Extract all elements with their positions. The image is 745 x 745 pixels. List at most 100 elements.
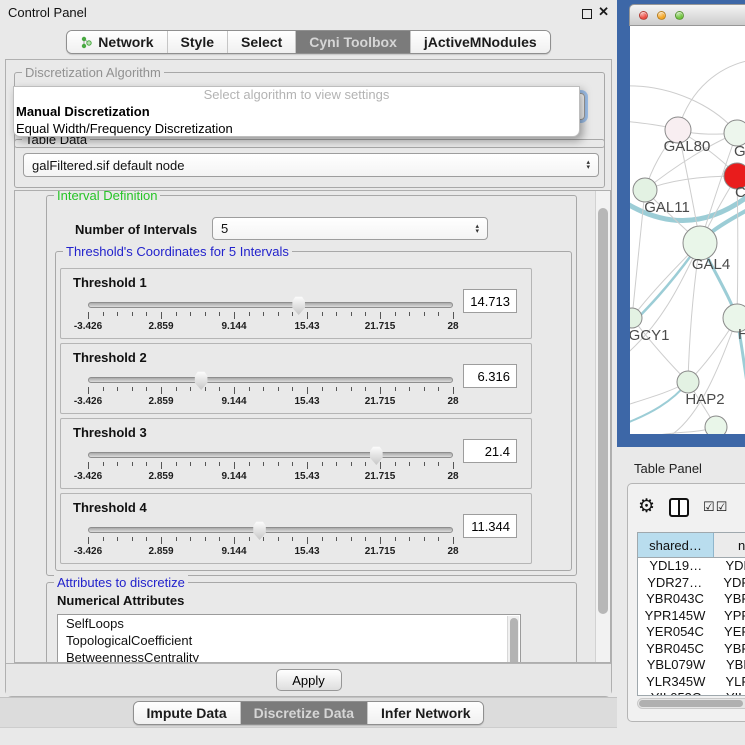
threshold-1-slider[interactable]: -3.4262.8599.14415.4321.71528 bbox=[88, 297, 453, 335]
top-tab-bar: Network Style Select Cyni Toolbox jActiv… bbox=[0, 30, 617, 54]
apply-button[interactable]: Apply bbox=[276, 669, 342, 691]
number-of-intervals-value: 5 bbox=[221, 221, 228, 236]
tick-label: 9.144 bbox=[221, 471, 246, 482]
network-icon bbox=[80, 36, 93, 49]
float-window-icon[interactable] bbox=[582, 9, 592, 19]
slider-ticks bbox=[88, 312, 453, 320]
table-row[interactable]: YDR27…YDR2 bbox=[638, 575, 745, 592]
tick-label: 2.859 bbox=[148, 396, 173, 407]
column-header-shared[interactable]: shared… bbox=[638, 533, 714, 557]
table-row[interactable]: YIL053CYIL0 bbox=[638, 690, 745, 696]
list-scrollbar[interactable] bbox=[507, 616, 519, 663]
table-cell: YPR145W bbox=[638, 608, 712, 625]
spinner-arrows-icon: ▴▾ bbox=[475, 224, 479, 234]
threshold-label: Threshold 2 bbox=[73, 350, 147, 365]
tab-select[interactable]: Select bbox=[227, 31, 295, 53]
table-cell: YLR345W bbox=[638, 674, 713, 691]
tick-label: 2.859 bbox=[148, 321, 173, 332]
threshold-4-slider[interactable]: -3.4262.8599.14415.4321.71528 bbox=[88, 522, 453, 560]
attribute-list-item[interactable]: SelfLoops bbox=[58, 615, 520, 632]
table-cell: YLR3 bbox=[713, 674, 745, 691]
table-row[interactable]: YPR145WYPR1 bbox=[638, 608, 745, 625]
tab-discretize-data[interactable]: Discretize Data bbox=[240, 702, 367, 724]
scrollbar-thumb[interactable] bbox=[598, 208, 608, 614]
threshold-label: Threshold 1 bbox=[73, 275, 147, 290]
table-data-select[interactable]: galFiltered.sif default node ▴▾ bbox=[23, 153, 599, 177]
tab-label: Select bbox=[241, 34, 282, 50]
numerical-attributes-label: Numerical Attributes bbox=[57, 593, 184, 608]
node-label: GAL4 bbox=[692, 256, 730, 273]
tab-style[interactable]: Style bbox=[167, 31, 227, 53]
table-cell: YBR0 bbox=[712, 641, 745, 658]
number-of-intervals-select[interactable]: 5 ▴▾ bbox=[212, 217, 488, 240]
threshold-3-panel: Threshold 3 -3.4262.8599.14415.4321.7152… bbox=[60, 418, 532, 489]
tick-label: 2.859 bbox=[148, 471, 173, 482]
slider-tick-labels: -3.4262.8599.14415.4321.71528 bbox=[88, 321, 453, 333]
bottom-tab-bar: Impute Data Discretize Data Infer Networ… bbox=[0, 697, 617, 728]
tick-label: -3.426 bbox=[74, 471, 102, 482]
network-node[interactable] bbox=[705, 416, 727, 434]
table-data-group: Table Data galFiltered.sif default node … bbox=[14, 139, 605, 188]
zoom-traffic-light-icon[interactable] bbox=[675, 11, 684, 20]
attribute-list-item[interactable]: BetweennessCentrality bbox=[58, 649, 520, 663]
checkboxes-icon[interactable]: ☑☑ bbox=[703, 499, 728, 515]
table-row[interactable]: YLR345WYLR3 bbox=[638, 674, 745, 691]
column-header-name[interactable]: na bbox=[714, 533, 745, 557]
panel-title: Control Panel bbox=[8, 5, 87, 20]
tab-network[interactable]: Network bbox=[67, 31, 166, 53]
dropdown-option[interactable]: Equal Width/Frequency Discretization bbox=[14, 120, 579, 137]
tab-jactivemnodules[interactable]: jActiveMNodules bbox=[410, 31, 550, 53]
columns-icon[interactable] bbox=[669, 498, 689, 517]
network-node[interactable] bbox=[630, 308, 642, 328]
threshold-2-slider[interactable]: -3.4262.8599.14415.4321.71528 bbox=[88, 372, 453, 410]
network-node[interactable] bbox=[677, 371, 699, 393]
tick-label: 9.144 bbox=[221, 396, 246, 407]
table-horizontal-scrollbar[interactable] bbox=[637, 698, 745, 709]
close-icon[interactable]: ✕ bbox=[598, 4, 609, 20]
table-cell: YDL1 bbox=[713, 558, 745, 575]
table-row[interactable]: YBR043CYBR0 bbox=[638, 591, 745, 608]
tick-label: 21.715 bbox=[365, 471, 396, 482]
tab-label: Impute Data bbox=[147, 705, 227, 721]
table-row[interactable]: YDL19…YDL1 bbox=[638, 558, 745, 575]
tab-label: Discretize Data bbox=[254, 705, 354, 721]
threshold-2-panel: Threshold 2 -3.4262.8599.14415.4321.7152… bbox=[60, 343, 532, 414]
scrollbar-thumb[interactable] bbox=[639, 700, 743, 707]
threshold-4-value-field[interactable] bbox=[463, 514, 517, 538]
attribute-list-item[interactable]: TopologicalCoefficient bbox=[58, 632, 520, 649]
vertical-scrollbar[interactable] bbox=[595, 191, 610, 662]
network-canvas[interactable]: GAL80GCGAL11GAL4GCY1HHAP2 bbox=[630, 26, 745, 434]
dropdown-option[interactable]: Manual Discretization bbox=[14, 103, 579, 120]
network-node[interactable] bbox=[683, 226, 717, 260]
slider-tick-labels: -3.4262.8599.14415.4321.71528 bbox=[88, 546, 453, 558]
network-window-titlebar[interactable] bbox=[629, 4, 745, 26]
tick-label: 21.715 bbox=[365, 396, 396, 407]
network-edge bbox=[630, 427, 716, 434]
node-label: HAP2 bbox=[685, 391, 724, 408]
tab-cyni-toolbox[interactable]: Cyni Toolbox bbox=[295, 31, 410, 53]
table-row[interactable]: YBL079WYBL0 bbox=[638, 657, 745, 674]
minimize-traffic-light-icon[interactable] bbox=[657, 11, 666, 20]
tick-label: 21.715 bbox=[365, 321, 396, 332]
threshold-2-value-field[interactable] bbox=[463, 364, 517, 388]
tick-label: 9.144 bbox=[221, 546, 246, 557]
table-row[interactable]: YER054CYER0 bbox=[638, 624, 745, 641]
gear-icon[interactable]: ⚙ bbox=[638, 497, 655, 517]
threshold-3-slider[interactable]: -3.4262.8599.14415.4321.71528 bbox=[88, 447, 453, 485]
threshold-1-value-field[interactable] bbox=[463, 289, 517, 313]
threshold-label: Threshold 4 bbox=[73, 500, 147, 515]
tick-label: -3.426 bbox=[74, 321, 102, 332]
tab-impute-data[interactable]: Impute Data bbox=[134, 702, 240, 724]
numerical-attributes-list[interactable]: SelfLoopsTopologicalCoefficientBetweenne… bbox=[57, 614, 521, 663]
tick-label: 2.859 bbox=[148, 546, 173, 557]
table-cell: YBL0 bbox=[714, 657, 745, 674]
tab-label: jActiveMNodules bbox=[424, 34, 537, 50]
slider-track bbox=[88, 377, 453, 383]
threshold-1-panel: Threshold 1 -3.4262.8599.14415.4321.7152… bbox=[60, 268, 532, 339]
table-row[interactable]: YBR045CYBR0 bbox=[638, 641, 745, 658]
table-cell: YBR045C bbox=[638, 641, 712, 658]
threshold-3-value-field[interactable] bbox=[463, 439, 517, 463]
tab-infer-network[interactable]: Infer Network bbox=[367, 702, 483, 724]
network-edge bbox=[645, 176, 737, 190]
close-traffic-light-icon[interactable] bbox=[639, 11, 648, 20]
